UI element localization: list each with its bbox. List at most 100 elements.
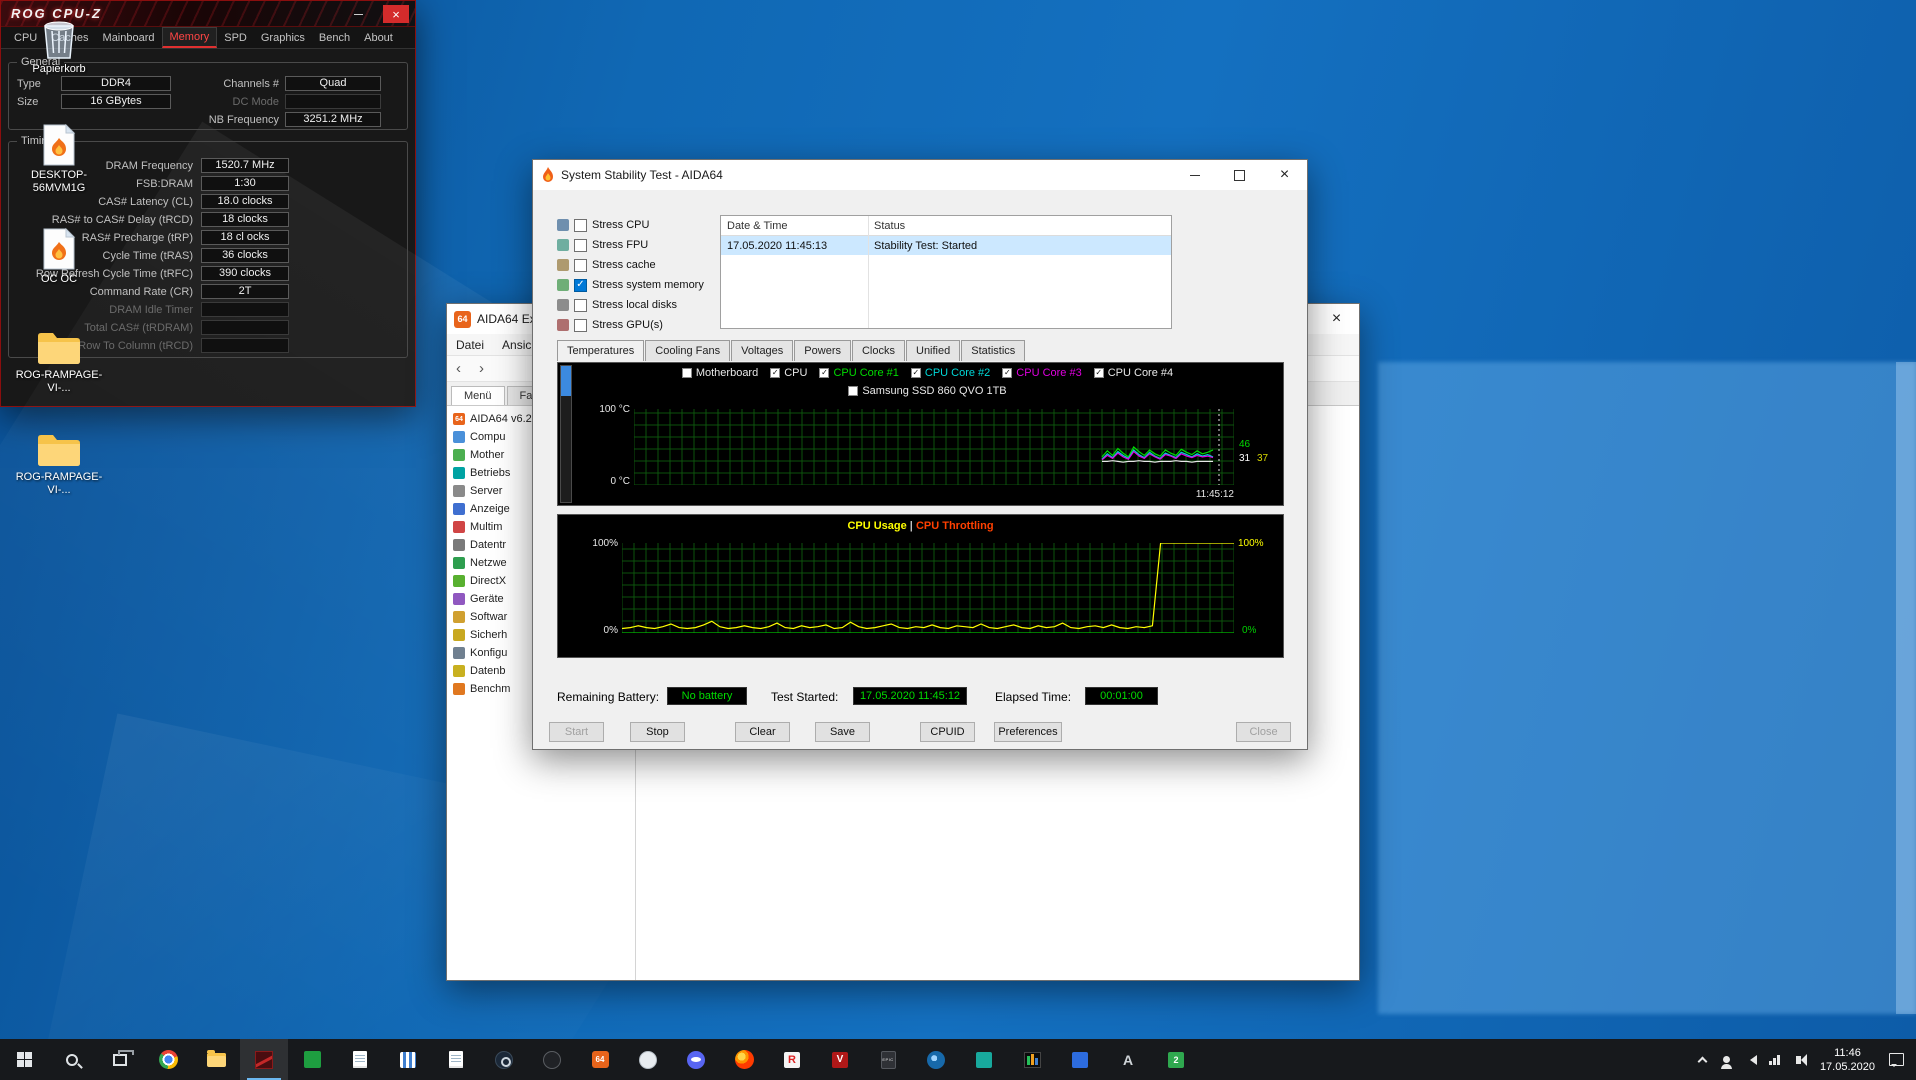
tab-graphics[interactable]: Graphics [254, 29, 312, 47]
nav-forward-icon[interactable]: › [470, 360, 493, 377]
series-toggle-core2[interactable]: CPU Core #2 [910, 367, 990, 379]
taskbar-clock[interactable]: 11:46 17.05.2020 [1811, 1046, 1884, 1074]
stress-cpu-option[interactable]: Stress CPU [557, 215, 649, 235]
desktop-icon-folder-2[interactable]: ROG-RAMPAGE-VI-... [11, 420, 107, 497]
menu-datei[interactable]: Datei [447, 338, 493, 352]
series-checkbox[interactable] [681, 368, 692, 378]
stress-gpu-option[interactable]: Stress GPU(s) [557, 315, 663, 335]
taskbar-epic-games[interactable]: EPIC [864, 1039, 912, 1080]
taskbar-aida64[interactable]: 64 [576, 1039, 624, 1080]
tab-clocks[interactable]: Clocks [851, 340, 905, 361]
desktop-icon-recycle-bin[interactable]: Papierkorb [11, 12, 107, 76]
stress-cpu-checkbox[interactable] [574, 218, 587, 232]
series-checkbox[interactable] [819, 368, 830, 378]
stress-fpu-checkbox[interactable] [574, 238, 587, 252]
size-value: 16 GBytes [61, 94, 171, 109]
tab-spd[interactable]: SPD [217, 29, 254, 47]
tab-temperatures[interactable]: Temperatures [557, 340, 645, 361]
desktop-icon-folder-1[interactable]: ROG-RAMPAGE-VI-... [11, 318, 107, 395]
taskbar-app-white-circle[interactable] [624, 1039, 672, 1080]
temperature-chart-panel: Motherboard CPU CPU Core #1 CPU Core #2 … [557, 362, 1284, 506]
dc-mode-label: DC Mode [232, 96, 279, 108]
desktop-icon-file-1[interactable]: DESKTOP-56MVM1G [11, 118, 107, 195]
task-view-button[interactable] [96, 1039, 144, 1080]
series-checkbox[interactable] [848, 386, 859, 396]
taskbar-app-a[interactable]: A [1104, 1039, 1152, 1080]
taskbar-app-teal[interactable] [960, 1039, 1008, 1080]
taskbar-app-r[interactable]: R [768, 1039, 816, 1080]
taskbar-app-green[interactable] [288, 1039, 336, 1080]
series-checkbox[interactable] [1093, 368, 1104, 378]
stress-gpu-checkbox[interactable] [574, 318, 587, 332]
taskbar-app-dark-circle[interactable] [528, 1039, 576, 1080]
tray-volume[interactable] [1787, 1039, 1811, 1080]
series-checkbox[interactable] [770, 368, 781, 378]
close-icon[interactable] [1314, 304, 1359, 334]
taskbar-notepad[interactable] [336, 1039, 384, 1080]
taskbar-steam[interactable] [480, 1039, 528, 1080]
stress-memory-option[interactable]: Stress system memory [557, 275, 704, 295]
minimize-icon[interactable] [347, 5, 369, 23]
maximize-icon[interactable] [1217, 160, 1262, 190]
start-button[interactable] [0, 1039, 48, 1080]
file-explorer-icon [206, 1049, 226, 1067]
taskbar-search-button[interactable] [48, 1039, 96, 1080]
stress-memory-checkbox[interactable] [574, 278, 587, 292]
series-toggle-cpu[interactable]: CPU [770, 367, 807, 379]
chart-scrollbar[interactable] [560, 365, 572, 503]
action-center-button[interactable] [1884, 1039, 1908, 1080]
tab-unified[interactable]: Unified [906, 340, 961, 361]
taskbar-app-blue-swirl[interactable] [912, 1039, 960, 1080]
taskbar-app-v[interactable]: V [816, 1039, 864, 1080]
series-toggle-core1[interactable]: CPU Core #1 [819, 367, 899, 379]
taskbar-file-explorer[interactable] [192, 1039, 240, 1080]
stress-cache-checkbox[interactable] [574, 258, 587, 272]
log-row[interactable]: 17.05.2020 11:45:13 Stability Test: Star… [721, 236, 1171, 255]
cpuid-button[interactable]: CPUID [920, 722, 975, 742]
nav-back-icon[interactable]: ‹ [447, 360, 470, 377]
stress-cache-option[interactable]: Stress cache [557, 255, 656, 275]
stop-button[interactable]: Stop [630, 722, 685, 742]
taskbar-firefox[interactable] [720, 1039, 768, 1080]
series-toggle-core4[interactable]: CPU Core #4 [1093, 367, 1173, 379]
current-temp-2: 31 [1239, 453, 1251, 464]
timing-value: 18 cl ocks [201, 230, 289, 245]
taskbar-app-striped[interactable] [384, 1039, 432, 1080]
close-icon[interactable] [1262, 160, 1307, 190]
series-checkbox[interactable] [910, 368, 921, 378]
minimize-icon[interactable] [1172, 160, 1217, 190]
series-toggle-ssd[interactable]: Samsung SSD 860 QVO 1TB [848, 385, 1007, 397]
stress-disks-option[interactable]: Stress local disks [557, 295, 677, 315]
tab-bench[interactable]: Bench [312, 29, 357, 47]
taskbar-chrome[interactable] [144, 1039, 192, 1080]
tab-cooling-fans[interactable]: Cooling Fans [645, 340, 731, 361]
taskbar-app-blue[interactable] [1056, 1039, 1104, 1080]
clear-button[interactable]: Clear [735, 722, 790, 742]
tab-voltages[interactable]: Voltages [731, 340, 794, 361]
tab-menu[interactable]: Menü [451, 386, 505, 405]
taskbar-app-green2[interactable]: 2 [1152, 1039, 1200, 1080]
tab-powers[interactable]: Powers [794, 340, 851, 361]
series-checkbox[interactable] [1002, 368, 1013, 378]
taskbar-cpuz[interactable] [240, 1039, 288, 1080]
save-button[interactable]: Save [815, 722, 870, 742]
taskbar-discord[interactable] [672, 1039, 720, 1080]
tab-about[interactable]: About [357, 29, 400, 47]
series-toggle-motherboard[interactable]: Motherboard [681, 367, 758, 379]
tray-contact[interactable] [1715, 1039, 1739, 1080]
tray-speaker[interactable] [1739, 1039, 1763, 1080]
tray-network[interactable] [1763, 1039, 1787, 1080]
close-icon[interactable]: × [383, 5, 409, 23]
desktop-icon-file-2[interactable]: OC OC [11, 222, 107, 286]
stress-fpu-option[interactable]: Stress FPU [557, 235, 648, 255]
tab-statistics[interactable]: Statistics [961, 340, 1026, 361]
tab-memory[interactable]: Memory [161, 27, 218, 48]
series-toggle-core3[interactable]: CPU Core #3 [1002, 367, 1082, 379]
preferences-button[interactable]: Preferences [994, 722, 1062, 742]
hidden-icons-chevron[interactable] [1691, 1039, 1715, 1080]
chart-scrollbar-thumb[interactable] [561, 366, 571, 396]
stress-disks-checkbox[interactable] [574, 298, 587, 312]
taskbar-document[interactable] [432, 1039, 480, 1080]
stability-titlebar[interactable]: System Stability Test - AIDA64 [533, 160, 1307, 190]
taskbar-voicemeeter[interactable] [1008, 1039, 1056, 1080]
